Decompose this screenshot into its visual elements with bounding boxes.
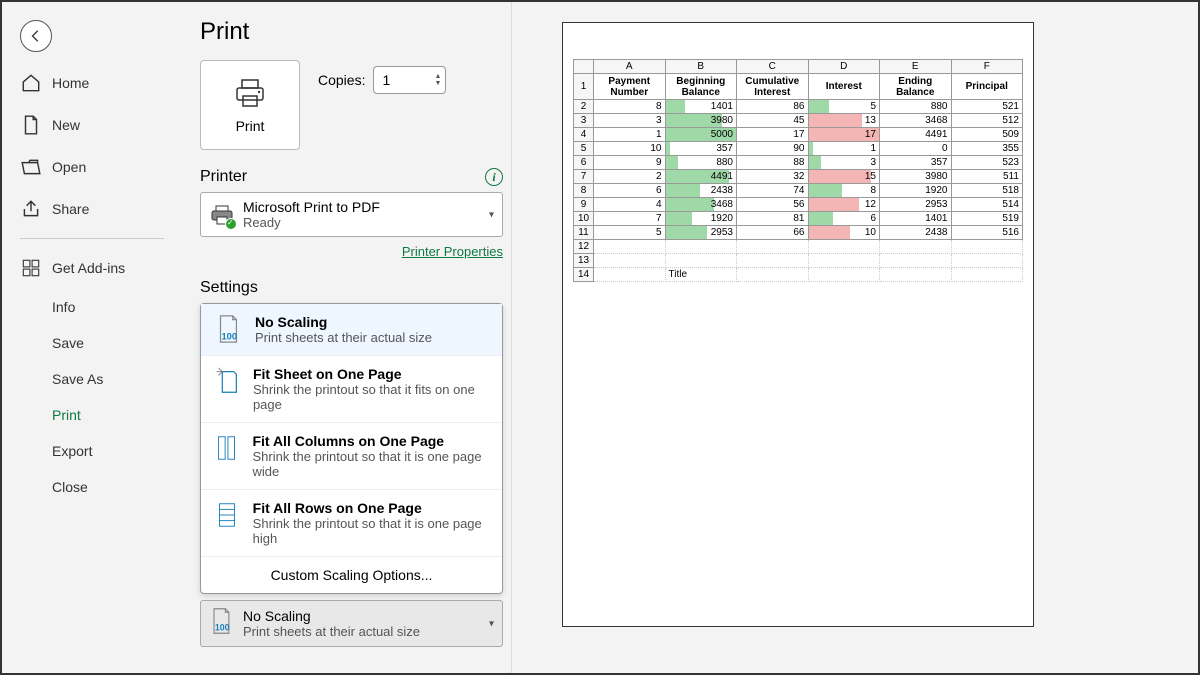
- sidebar-item-label: Get Add-ins: [52, 260, 125, 276]
- option-title: Fit All Rows on One Page: [253, 500, 490, 516]
- sidebar-item-label: Save As: [52, 371, 103, 387]
- option-desc: Shrink the printout so that it is one pa…: [253, 516, 490, 546]
- printer-name: Microsoft Print to PDF: [243, 199, 380, 215]
- sidebar-item-label: Close: [52, 479, 88, 495]
- printer-status-icon: [209, 204, 235, 226]
- print-settings-column: Print Print Copies: ▲ ▼ Printer i: [192, 2, 512, 673]
- sidebar-item-home[interactable]: Home: [14, 62, 170, 104]
- option-desc: Print sheets at their actual size: [255, 330, 432, 345]
- sidebar-item-label: Save: [52, 335, 84, 351]
- spinner-up-icon[interactable]: ▲: [434, 73, 441, 80]
- sidebar-item-label: New: [52, 117, 80, 133]
- scaling-option-fit-rows[interactable]: Fit All Rows on One PageShrink the print…: [201, 490, 502, 557]
- info-icon[interactable]: i: [485, 168, 503, 186]
- sidebar: Home New Open Share Get Add-ins Info Sav…: [2, 62, 182, 505]
- sidebar-item-label: Share: [52, 201, 89, 217]
- option-title: Fit All Columns on One Page: [252, 433, 490, 449]
- scaling-options-panel: 100 No ScalingPrint sheets at their actu…: [200, 303, 503, 594]
- sidebar-item-label: Print: [52, 407, 81, 423]
- printer-status: Ready: [243, 215, 380, 230]
- scaling-option-fit-columns[interactable]: Fit All Columns on One PageShrink the pr…: [201, 423, 502, 490]
- custom-scaling-button[interactable]: Custom Scaling Options...: [201, 557, 502, 593]
- sidebar-item-label: Home: [52, 75, 89, 91]
- status-ok-icon: [225, 218, 237, 230]
- selected-scaling-title: No Scaling: [243, 608, 420, 624]
- sidebar-item-share[interactable]: Share: [14, 188, 170, 230]
- spinner-down-icon[interactable]: ▼: [434, 80, 441, 87]
- copies-input[interactable]: [374, 68, 430, 92]
- printer-properties-link[interactable]: Printer Properties: [402, 244, 503, 259]
- fit-rows-icon: [213, 500, 241, 546]
- scaling-dropdown[interactable]: 100 No Scaling Print sheets at their act…: [200, 600, 503, 647]
- sidebar-item-saveas[interactable]: Save As: [14, 361, 170, 397]
- home-icon: [20, 72, 42, 94]
- option-desc: Shrink the printout so that it fits on o…: [253, 382, 490, 412]
- sidebar-item-addins[interactable]: Get Add-ins: [14, 247, 170, 289]
- folder-open-icon: [20, 156, 42, 178]
- chevron-down-icon: ▾: [489, 209, 494, 220]
- sidebar-item-save[interactable]: Save: [14, 325, 170, 361]
- settings-section-header: Settings: [200, 279, 503, 297]
- arrow-left-icon: [29, 29, 43, 43]
- document-icon: [20, 114, 42, 136]
- selected-scaling-desc: Print sheets at their actual size: [243, 624, 420, 639]
- divider: [20, 238, 164, 239]
- back-button[interactable]: [20, 20, 52, 52]
- scaling-option-no-scaling[interactable]: 100 No ScalingPrint sheets at their actu…: [201, 304, 502, 356]
- sidebar-item-close[interactable]: Close: [14, 469, 170, 505]
- printer-dropdown[interactable]: Microsoft Print to PDF Ready ▾: [200, 192, 503, 237]
- sidebar-item-open[interactable]: Open: [14, 146, 170, 188]
- print-button-label: Print: [236, 118, 265, 134]
- fit-columns-icon: [213, 433, 240, 479]
- preview-page: ABCDEF1Payment NumberBeginning BalanceCu…: [562, 22, 1034, 627]
- printer-icon: [232, 76, 268, 112]
- sidebar-item-new[interactable]: New: [14, 104, 170, 146]
- sidebar-item-label: Export: [52, 443, 92, 459]
- chevron-down-icon: ▾: [489, 618, 494, 629]
- copies-label: Copies:: [318, 72, 365, 88]
- option-title: No Scaling: [255, 314, 432, 330]
- page-title: Print: [200, 18, 503, 46]
- sidebar-item-label: Open: [52, 159, 86, 175]
- sidebar-item-label: Info: [52, 299, 75, 315]
- addins-icon: [20, 257, 42, 279]
- option-desc: Shrink the printout so that it is one pa…: [252, 449, 490, 479]
- fit-sheet-icon: [213, 366, 241, 412]
- print-button[interactable]: Print: [200, 60, 300, 150]
- sidebar-item-print[interactable]: Print: [14, 397, 170, 433]
- no-scaling-icon: 100: [209, 607, 235, 640]
- print-preview-column: ABCDEF1Payment NumberBeginning BalanceCu…: [512, 2, 1198, 673]
- option-title: Fit Sheet on One Page: [253, 366, 490, 382]
- preview-spreadsheet: ABCDEF1Payment NumberBeginning BalanceCu…: [573, 59, 1023, 282]
- svg-text:100: 100: [215, 623, 230, 633]
- scaling-option-fit-sheet[interactable]: Fit Sheet on One PageShrink the printout…: [201, 356, 502, 423]
- no-scaling-icon: 100: [213, 314, 243, 345]
- share-icon: [20, 198, 42, 220]
- copies-spinner[interactable]: ▲ ▼: [373, 66, 446, 94]
- sidebar-item-export[interactable]: Export: [14, 433, 170, 469]
- svg-text:100: 100: [221, 331, 237, 341]
- sidebar-item-info[interactable]: Info: [14, 289, 170, 325]
- printer-section-header: Printer i: [200, 168, 503, 186]
